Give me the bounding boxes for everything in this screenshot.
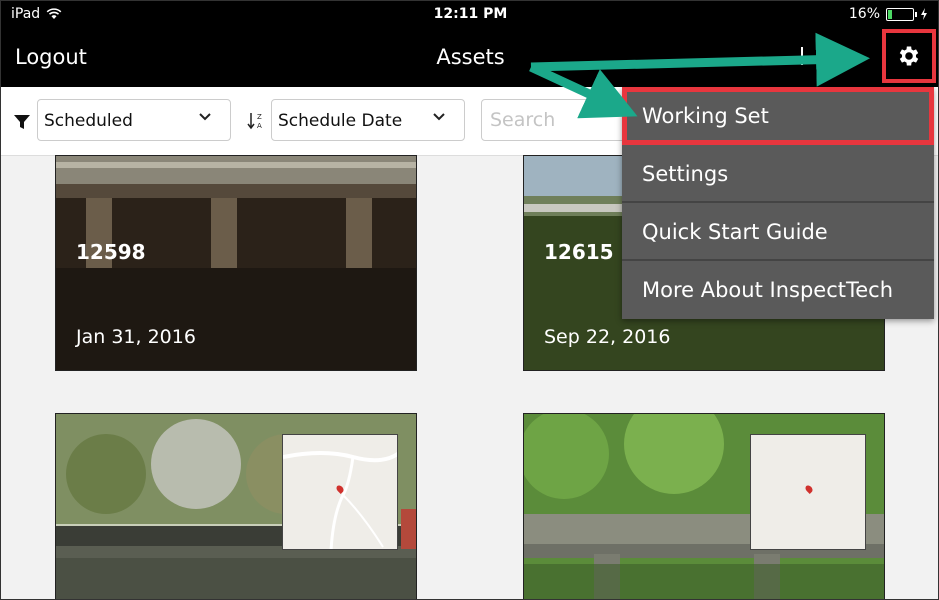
asset-date: Jan 31, 2016 <box>76 326 196 348</box>
menu-item-more-about[interactable]: More About InspectTech <box>622 261 934 319</box>
battery-percent: 16% <box>848 6 880 22</box>
status-time: 12:11 PM <box>433 6 508 22</box>
settings-menu: Working Set Settings Quick Start Guide M… <box>622 87 934 319</box>
charging-icon <box>921 8 927 20</box>
nav-bar: Logout Assets <box>1 29 938 87</box>
location-map[interactable] <box>750 434 866 550</box>
settings-gear-button[interactable] <box>882 29 936 83</box>
location-pin-icon <box>804 484 814 494</box>
status-filter-value: Scheduled <box>44 111 133 131</box>
page-title: Assets <box>436 45 505 69</box>
chevron-down-icon <box>433 113 445 121</box>
chevron-down-icon <box>199 113 211 121</box>
asset-id: 12615 <box>544 240 614 264</box>
status-filter-select[interactable]: Scheduled <box>37 99 231 141</box>
asset-card[interactable] <box>523 413 885 599</box>
battery-icon <box>886 7 917 21</box>
menu-item-quick-start-guide[interactable]: Quick Start Guide <box>622 203 934 261</box>
asset-id: 12598 <box>76 240 146 264</box>
svg-text:Z: Z <box>257 113 262 121</box>
nav-divider <box>801 47 803 65</box>
gear-icon <box>899 46 919 66</box>
asset-date: Sep 22, 2016 <box>544 326 671 348</box>
nav-divider <box>844 49 846 67</box>
asset-card[interactable]: 12598 Jan 31, 2016 <box>55 155 417 371</box>
location-map[interactable] <box>282 434 398 550</box>
menu-item-working-set[interactable]: Working Set <box>622 87 934 145</box>
menu-item-settings[interactable]: Settings <box>622 145 934 203</box>
sort-icon[interactable]: Z A <box>246 111 266 135</box>
sort-select-value: Schedule Date <box>278 111 403 131</box>
svg-text:A: A <box>257 122 262 130</box>
filter-icon[interactable] <box>13 113 31 131</box>
asset-card[interactable] <box>55 413 417 599</box>
sort-select[interactable]: Schedule Date <box>271 99 465 141</box>
status-bar: iPad 12:11 PM 16% <box>1 1 938 29</box>
screenshot-frame: iPad 12:11 PM 16% Logout Assets Schedule… <box>0 0 939 600</box>
search-input[interactable] <box>481 99 641 141</box>
